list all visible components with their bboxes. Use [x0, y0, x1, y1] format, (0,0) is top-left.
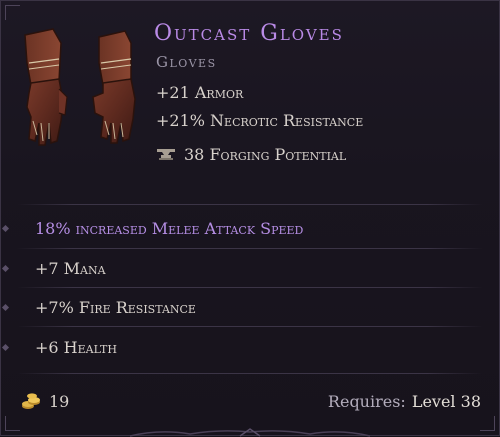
gold-coins-icon	[22, 393, 40, 409]
requires-label: Requires:	[327, 391, 406, 411]
divider	[17, 204, 483, 205]
gold-value: 19	[49, 391, 70, 411]
forging-potential: 38 Forging Potential	[156, 142, 346, 166]
mod-marker-icon	[1, 343, 10, 351]
mod-marker-icon	[1, 303, 10, 311]
divider	[17, 373, 483, 374]
base-stat-necrotic-resistance: +21% Necrotic Resistance	[156, 111, 364, 130]
base-stat-armor: +21 Armor	[156, 83, 244, 102]
mod-text: +7 Mana	[35, 258, 106, 278]
level-requirement: Requires: Level 38	[328, 389, 481, 413]
leather-gloves-icon	[24, 28, 136, 146]
mod-text: +7% Fire Resistance	[35, 297, 196, 317]
anvil-icon	[157, 149, 175, 160]
mod-marker-icon	[1, 264, 10, 272]
mod-line: 18% increased Melee Attack Speed	[1, 208, 499, 248]
mod-text: +6 Health	[35, 337, 117, 357]
mod-line: +6 Health	[1, 327, 499, 367]
item-type: Gloves	[156, 53, 217, 71]
forging-potential-label: 38 Forging Potential	[184, 144, 347, 164]
requires-value: Level 38	[411, 391, 481, 411]
mod-marker-icon	[1, 224, 10, 232]
item-tooltip: Outcast Gloves Gloves +21 Armor +21% Nec…	[0, 0, 500, 437]
item-value: 19	[21, 389, 69, 413]
frame-corner	[5, 5, 20, 20]
mod-line: +7 Mana	[1, 248, 499, 288]
frame-corner	[5, 416, 20, 431]
mod-line: +7% Fire Resistance	[1, 287, 499, 327]
item-name: Outcast Gloves	[154, 21, 344, 46]
frame-corner	[480, 416, 495, 431]
mod-text: 18% increased Melee Attack Speed	[35, 218, 304, 238]
